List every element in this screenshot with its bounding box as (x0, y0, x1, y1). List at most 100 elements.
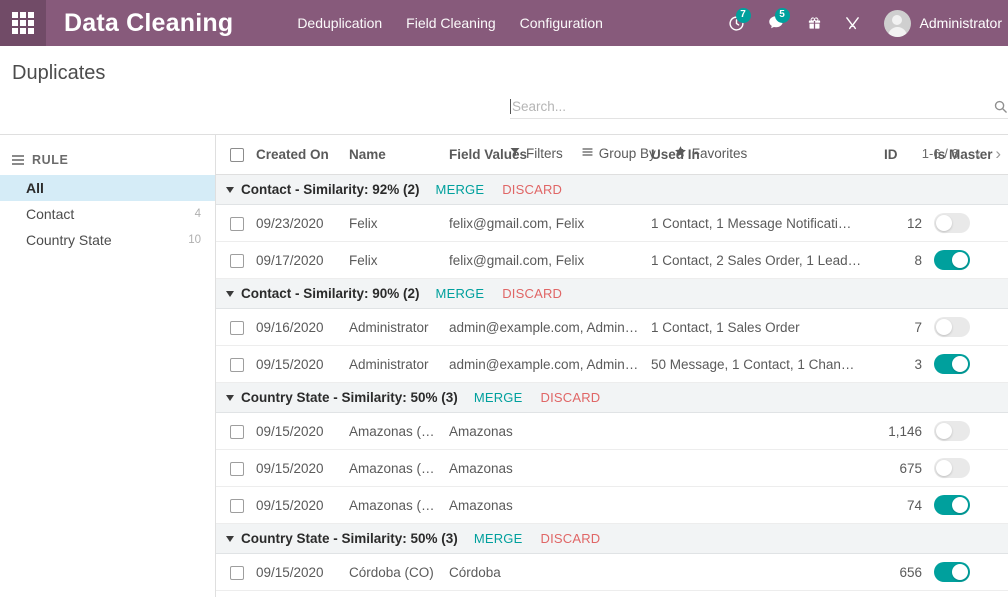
discard-button[interactable]: DISCARD (502, 182, 562, 197)
row-checkbox[interactable] (230, 425, 244, 440)
page-title: Duplicates (12, 62, 106, 84)
sidebar-item-count: 10 (188, 234, 201, 246)
row-checkbox[interactable] (230, 566, 244, 581)
cell-used-in (645, 412, 878, 451)
group-collapse-caret-icon[interactable] (226, 535, 234, 542)
cell-name: Felix (343, 204, 443, 243)
filters-button[interactable]: Filters (500, 142, 572, 165)
toggle-knob (952, 252, 968, 269)
merge-button[interactable]: MERGE (474, 531, 523, 546)
row-checkbox[interactable] (230, 217, 244, 232)
is-master-toggle[interactable] (934, 458, 970, 479)
column-header-created-on[interactable]: Created On (250, 135, 343, 176)
group-header-row[interactable]: Country State - Similarity: 50% (3) MERGE… (216, 382, 1008, 414)
apps-menu-button[interactable] (0, 0, 46, 46)
toggle-knob (952, 497, 968, 514)
row-checkbox[interactable] (230, 321, 244, 336)
search-input[interactable] (512, 99, 987, 114)
group-collapse-caret-icon[interactable] (226, 186, 234, 193)
cell-created-on: 09/15/2020 (250, 412, 343, 451)
discard-button[interactable]: DISCARD (540, 390, 600, 405)
group-label: Contact - Similarity: 90% (2) (241, 286, 420, 302)
cell-id: 1,146 (878, 412, 928, 451)
sidebar-item-country-state[interactable]: Country State 10 (0, 227, 215, 253)
cell-created-on: 09/15/2020 (250, 590, 343, 597)
group-collapse-caret-icon[interactable] (226, 394, 234, 401)
messaging-chat-icon[interactable]: 5 (756, 0, 796, 46)
group-header-cell: Contact - Similarity: 90% (2) MERGE DISCAR… (216, 278, 1008, 310)
table-row[interactable]: 09/15/2020 Administrator admin@example.com… (216, 345, 1008, 384)
is-master-toggle[interactable] (934, 421, 970, 442)
table-row[interactable]: 09/15/2020 Amazonas (CO) Amazonas 675 (216, 449, 1008, 488)
group-header-row[interactable]: Contact - Similarity: 92% (2) MERGE DISCAR… (216, 174, 1008, 206)
row-checkbox[interactable] (230, 254, 244, 269)
group-header-cell: Country State - Similarity: 50% (3) MERGE… (216, 523, 1008, 555)
merge-button[interactable]: MERGE (436, 182, 485, 197)
merge-button[interactable]: MERGE (474, 390, 523, 405)
table-row[interactable]: 09/15/2020 Amazonas (PE) Amazonas 1,146 (216, 412, 1008, 451)
column-header-name[interactable]: Name (343, 135, 443, 176)
is-master-toggle[interactable] (934, 213, 970, 234)
sidebar-item-contact[interactable]: Contact 4 (0, 201, 215, 227)
list-lines-icon (581, 146, 599, 161)
is-master-toggle[interactable] (934, 354, 970, 375)
cell-created-on: 09/17/2020 (250, 241, 343, 280)
sidebar-section-rule: RULE (0, 149, 215, 175)
pager-previous-button[interactable]: ‹ (969, 145, 989, 162)
row-spacer-cell (1002, 204, 1008, 243)
cell-id: 656 (878, 553, 928, 592)
row-checkbox[interactable] (230, 462, 244, 477)
row-spacer-cell (1002, 590, 1008, 597)
cell-is-master (928, 449, 1002, 488)
table-row[interactable]: 09/17/2020 Felix felix@gmail.com, Felix 1 C… (216, 241, 1008, 280)
menu-item-field-cleaning[interactable]: Field Cleaning (394, 9, 508, 37)
row-checkbox[interactable] (230, 358, 244, 373)
group-header-cell: Country State - Similarity: 50% (3) MERGE… (216, 382, 1008, 414)
menu-item-configuration[interactable]: Configuration (508, 9, 615, 37)
app-brand-title[interactable]: Data Cleaning (64, 9, 233, 38)
pager-next-button[interactable]: › (988, 145, 1008, 162)
row-select-cell (216, 553, 250, 592)
group-collapse-caret-icon[interactable] (226, 290, 234, 297)
table-row[interactable]: 09/15/2020 Córdoba (CO) Córdoba 656 (216, 553, 1008, 592)
is-master-toggle[interactable] (934, 562, 970, 583)
group-header-row[interactable]: Contact - Similarity: 90% (2) MERGE DISCAR… (216, 278, 1008, 310)
select-all-header (216, 135, 250, 176)
table-row[interactable]: 09/15/2020Córdoba (AR)Córdoba 558 (216, 590, 1008, 597)
row-spacer-cell (1002, 449, 1008, 488)
cell-field-values: Córdoba (443, 590, 645, 597)
cell-used-in (645, 590, 878, 597)
group-by-button[interactable]: Group By (572, 142, 665, 165)
filters-label: Filters (526, 145, 563, 161)
menu-item-deduplication[interactable]: Deduplication (285, 9, 394, 37)
cell-name: Administrator (343, 345, 443, 384)
sidebar: RULE All Contact 4 Country State 10 (0, 135, 216, 597)
group-header-row[interactable]: Country State - Similarity: 50% (3) MERGE… (216, 523, 1008, 555)
row-checkbox[interactable] (230, 499, 244, 514)
debug-tools-icon[interactable] (833, 0, 872, 46)
filter-funnel-icon (509, 146, 526, 161)
cell-field-values: Amazonas (443, 449, 645, 488)
gift-icon[interactable] (796, 0, 833, 46)
favorites-button[interactable]: Favorites (665, 141, 757, 165)
search-bar[interactable] (510, 99, 1008, 119)
select-all-checkbox[interactable] (230, 148, 244, 163)
cell-used-in (645, 486, 878, 525)
sidebar-item-all[interactable]: All (0, 175, 215, 201)
merge-button[interactable]: MERGE (436, 286, 485, 301)
discard-button[interactable]: DISCARD (540, 531, 600, 546)
duplicates-table: Created On Name Field Values Used In ID … (216, 135, 1008, 597)
activity-clock-icon[interactable]: 7 (717, 0, 756, 46)
user-menu[interactable]: Administrator (872, 0, 1008, 46)
is-master-toggle[interactable] (934, 250, 970, 271)
table-body: Contact - Similarity: 92% (2) MERGE DISCAR… (216, 174, 1008, 597)
is-master-toggle[interactable] (934, 317, 970, 338)
table-row[interactable]: 09/23/2020 Felix felix@gmail.com, Felix 1 C… (216, 204, 1008, 243)
is-master-toggle[interactable] (934, 495, 970, 516)
discard-button[interactable]: DISCARD (502, 286, 562, 301)
table-row[interactable]: 09/15/2020 Amazonas (BR) Amazonas 74 (216, 486, 1008, 525)
cell-used-in: 1 Contact, 1 Sales Order (645, 308, 878, 347)
sidebar-item-label: Contact (26, 206, 75, 222)
table-row[interactable]: 09/16/2020 Administrator admin@example.com… (216, 308, 1008, 347)
search-icon[interactable] (987, 99, 1008, 114)
